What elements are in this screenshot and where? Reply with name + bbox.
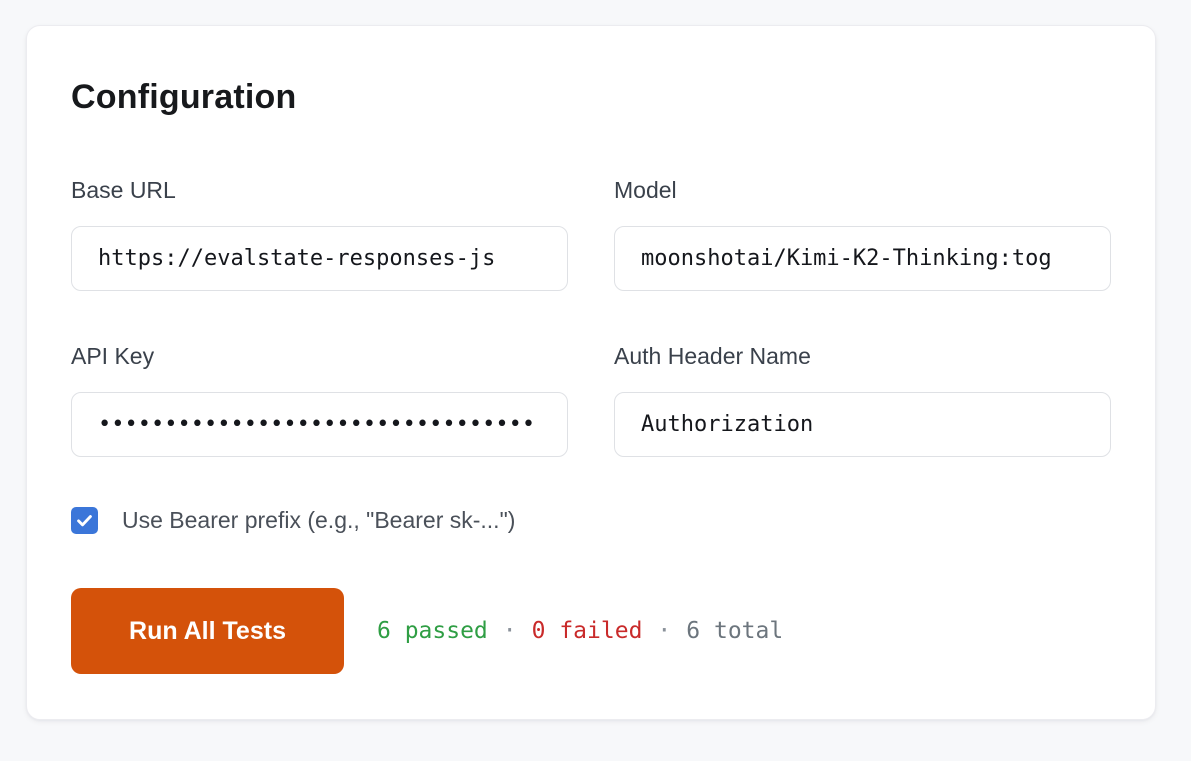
- status-separator: ·: [503, 618, 517, 644]
- bearer-prefix-checkbox-row[interactable]: Use Bearer prefix (e.g., "Bearer sk-..."…: [71, 507, 1111, 534]
- base-url-label: Base URL: [71, 177, 568, 204]
- auth-header-name-input[interactable]: [614, 392, 1111, 457]
- field-base-url: Base URL: [71, 177, 568, 291]
- api-key-label: API Key: [71, 343, 568, 370]
- status-total: 6 total: [686, 618, 783, 644]
- field-model: Model: [614, 177, 1111, 291]
- field-auth-header-name: Auth Header Name: [614, 343, 1111, 457]
- api-key-input[interactable]: [71, 392, 568, 457]
- test-status-line: 6 passed · 0 failed · 6 total: [377, 618, 783, 644]
- status-failed: 0 failed: [532, 618, 643, 644]
- status-separator: ·: [657, 618, 671, 644]
- model-input[interactable]: [614, 226, 1111, 291]
- model-label: Model: [614, 177, 1111, 204]
- page-title: Configuration: [71, 78, 1111, 117]
- auth-header-name-label: Auth Header Name: [614, 343, 1111, 370]
- bearer-prefix-checkbox-label: Use Bearer prefix (e.g., "Bearer sk-..."…: [122, 507, 515, 534]
- status-passed: 6 passed: [377, 618, 488, 644]
- checkmark-icon: [75, 511, 94, 530]
- field-api-key: API Key: [71, 343, 568, 457]
- checkbox-checked-icon[interactable]: [71, 507, 98, 534]
- base-url-input[interactable]: [71, 226, 568, 291]
- fields-grid: Base URL Model API Key Auth Header Name: [71, 177, 1111, 457]
- run-all-tests-button[interactable]: Run All Tests: [71, 588, 344, 674]
- actions-row: Run All Tests 6 passed · 0 failed · 6 to…: [71, 588, 1111, 674]
- configuration-card: Configuration Base URL Model API Key Aut…: [26, 25, 1156, 720]
